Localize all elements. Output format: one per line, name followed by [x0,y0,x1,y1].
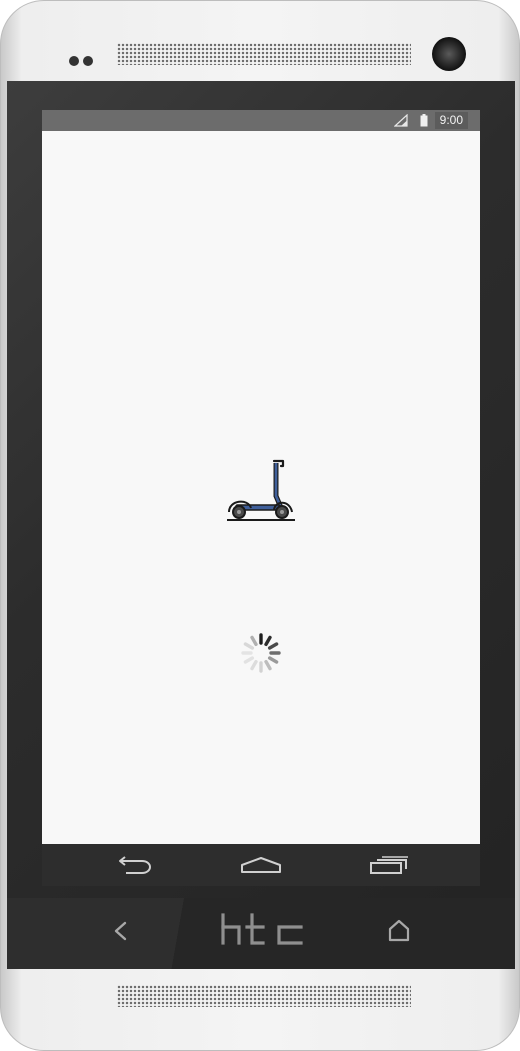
earpiece-speaker-grille [117,43,411,65]
kick-scooter-icon [227,459,295,521]
status-time: 9:00 [434,112,468,129]
hardware-home-icon[interactable] [385,915,413,945]
back-button[interactable] [84,844,184,886]
hardware-back-icon[interactable] [107,917,133,945]
recent-apps-icon [370,856,408,874]
loudspeaker-grille [117,985,411,1007]
front-camera [432,37,466,71]
home-icon [241,857,281,873]
spinner-icon [241,633,281,673]
proximity-sensor [69,53,97,71]
device-screen: 9:00 [42,110,480,886]
htc-logo [221,913,303,945]
battery-icon [420,114,428,127]
recent-apps-button[interactable] [339,844,439,886]
back-icon [119,856,152,874]
navigation-bar [42,844,480,886]
home-button[interactable] [211,844,311,886]
status-bar: 9:00 [42,110,480,131]
signal-icon [394,114,408,127]
